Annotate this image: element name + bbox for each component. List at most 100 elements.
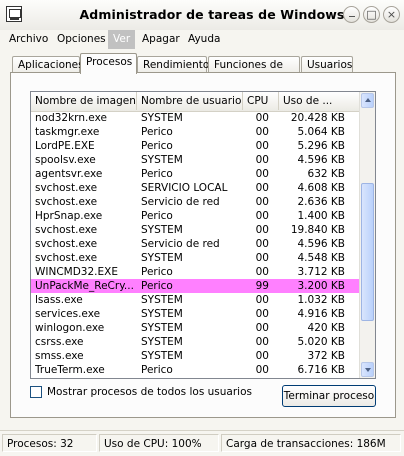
menu-bar: Archivo Opciones Ver Apagar Ayuda [0, 30, 404, 50]
tab-procesos[interactable]: Procesos [80, 53, 137, 74]
process-row[interactable]: WINCMD32.EXE Perico 00 3.712 KB [31, 265, 361, 279]
show-all-users-label: Mostrar procesos de todos los usuarios [47, 386, 252, 398]
process-cpu: 00 [255, 238, 269, 250]
process-user-name: SYSTEM [141, 154, 183, 166]
process-row[interactable]: lsass.exe SYSTEM 00 1.032 KB [31, 293, 361, 307]
process-user-name: SYSTEM [141, 336, 183, 348]
process-cpu: 00 [255, 266, 269, 278]
process-cpu: 00 [255, 224, 269, 236]
process-row[interactable]: HprSnap.exe Perico 00 1.400 KB [31, 209, 361, 223]
process-cpu: 00 [255, 140, 269, 152]
menu-ver[interactable]: Ver [108, 30, 136, 49]
process-cpu: 00 [255, 112, 269, 124]
process-image-name: csrss.exe [35, 336, 84, 348]
vertical-scrollbar[interactable] [359, 92, 375, 378]
process-image-name: nod32krn.exe [35, 112, 107, 124]
process-row[interactable]: svchost.exe SYSTEM 00 19.840 KB [31, 223, 361, 237]
column-cpu[interactable]: CPU [243, 92, 279, 110]
process-memory: 3.712 KB [297, 266, 346, 278]
tab-aplicaciones[interactable]: Aplicaciones [12, 56, 84, 73]
status-bar: Procesos: 32 Uso de CPU: 100% Carga de t… [0, 430, 404, 456]
process-cpu: 00 [255, 182, 269, 194]
process-memory: 20.428 KB [290, 112, 345, 124]
status-commit-charge: Carga de transacciones: 186M [221, 434, 401, 452]
process-cpu: 00 [255, 196, 269, 208]
process-cpu: 00 [255, 322, 269, 334]
column-header: Nombre de imagen Nombre de usuario CPU U… [31, 92, 361, 112]
process-row[interactable]: svchost.exe Servicio de red 00 4.596 KB [31, 237, 361, 251]
tab-usuarios[interactable]: Usuarios [301, 56, 353, 73]
process-cpu: 00 [255, 168, 269, 180]
minimize-button[interactable] [343, 6, 360, 23]
process-row[interactable]: agentsvr.exe Perico 00 632 KB [31, 167, 361, 181]
process-user-name: SERVICIO LOCAL [141, 182, 228, 194]
process-memory: 372 KB [307, 350, 345, 362]
process-user-name: SYSTEM [141, 112, 183, 124]
process-row[interactable]: services.exe SYSTEM 00 4.916 KB [31, 307, 361, 321]
process-image-name: svchost.exe [35, 252, 98, 264]
process-row[interactable]: svchost.exe Servicio de red 00 2.636 KB [31, 195, 361, 209]
process-image-name: svchost.exe [35, 224, 98, 236]
status-process-count: Procesos: 32 [2, 434, 97, 452]
process-cpu: 00 [255, 364, 269, 376]
column-user-name[interactable]: Nombre de usuario [137, 92, 243, 110]
process-image-name: UnPackMe_ReCry... [35, 280, 134, 292]
process-image-name: agentsvr.exe [35, 168, 103, 180]
process-user-name: SYSTEM [141, 294, 183, 306]
end-process-button[interactable]: Terminar proceso [282, 385, 376, 407]
show-all-users-checkbox[interactable] [30, 386, 42, 398]
process-user-name: Perico [141, 266, 173, 278]
process-row[interactable]: csrss.exe SYSTEM 00 5.020 KB [31, 335, 361, 349]
maximize-button[interactable]: □ [363, 6, 380, 23]
process-cpu: 00 [255, 252, 269, 264]
process-user-name: Perico [141, 210, 173, 222]
process-row[interactable]: LordPE.EXE Perico 00 5.296 KB [31, 139, 361, 153]
process-cpu: 00 [255, 210, 269, 222]
process-memory: 3.200 KB [297, 280, 346, 292]
menu-opciones[interactable]: Opciones [52, 30, 111, 49]
process-row[interactable]: taskmgr.exe Perico 00 5.064 KB [31, 125, 361, 139]
column-image-name[interactable]: Nombre de imagen [31, 92, 137, 110]
process-image-name: taskmgr.exe [35, 126, 100, 138]
process-row[interactable]: svchost.exe SYSTEM 00 4.548 KB [31, 251, 361, 265]
process-user-name: Perico [141, 168, 173, 180]
process-image-name: svchost.exe [35, 238, 98, 250]
process-cpu: 00 [255, 308, 269, 320]
menu-archivo[interactable]: Archivo [4, 30, 53, 49]
process-image-name: spoolsv.exe [35, 154, 96, 166]
process-memory: 5.064 KB [297, 126, 346, 138]
process-image-name: svchost.exe [35, 196, 98, 208]
process-list[interactable]: Nombre de imagen Nombre de usuario CPU U… [30, 91, 376, 379]
process-memory: 5.020 KB [297, 336, 346, 348]
process-image-name: WINCMD32.EXE [35, 266, 118, 278]
process-image-name: winlogon.exe [35, 322, 105, 334]
close-button[interactable]: × [383, 6, 400, 23]
process-image-name: svchost.exe [35, 182, 98, 194]
process-row[interactable]: spoolsv.exe SYSTEM 00 4.596 KB [31, 153, 361, 167]
menu-apagar[interactable]: Apagar [137, 30, 185, 49]
process-user-name: Servicio de red [141, 196, 220, 208]
process-memory: 19.840 KB [290, 224, 345, 236]
process-row[interactable]: TrueTerm.exe Perico 00 6.716 KB [31, 363, 361, 377]
process-row[interactable]: UnPackMe_ReCry... Perico 99 3.200 KB [31, 279, 361, 293]
column-memory-usage[interactable]: Uso de ... [279, 92, 361, 110]
process-memory: 4.916 KB [297, 308, 346, 320]
tab-funciones-de-red[interactable]: Funciones de red [208, 56, 300, 87]
process-user-name: SYSTEM [141, 322, 183, 334]
tab-rendimiento[interactable]: Rendimiento [137, 56, 209, 73]
scroll-up-icon[interactable] [361, 93, 374, 108]
process-cpu: 99 [255, 280, 269, 292]
process-image-name: TrueTerm.exe [35, 364, 105, 376]
process-row[interactable]: nod32krn.exe SYSTEM 00 20.428 KB [31, 111, 361, 125]
scroll-down-icon[interactable] [361, 362, 374, 377]
menu-ayuda[interactable]: Ayuda [183, 30, 225, 49]
process-image-name: LordPE.EXE [35, 140, 95, 152]
process-row[interactable]: smss.exe SYSTEM 00 372 KB [31, 349, 361, 363]
process-row[interactable]: svchost.exe SERVICIO LOCAL 00 4.608 KB [31, 181, 361, 195]
process-user-name: SYSTEM [141, 308, 183, 320]
process-rows: nod32krn.exe SYSTEM 00 20.428 KB taskmgr.exe… [31, 111, 361, 377]
process-cpu: 00 [255, 154, 269, 166]
process-cpu: 00 [255, 126, 269, 138]
process-row[interactable]: winlogon.exe SYSTEM 00 420 KB [31, 321, 361, 335]
scroll-thumb[interactable] [361, 183, 374, 321]
